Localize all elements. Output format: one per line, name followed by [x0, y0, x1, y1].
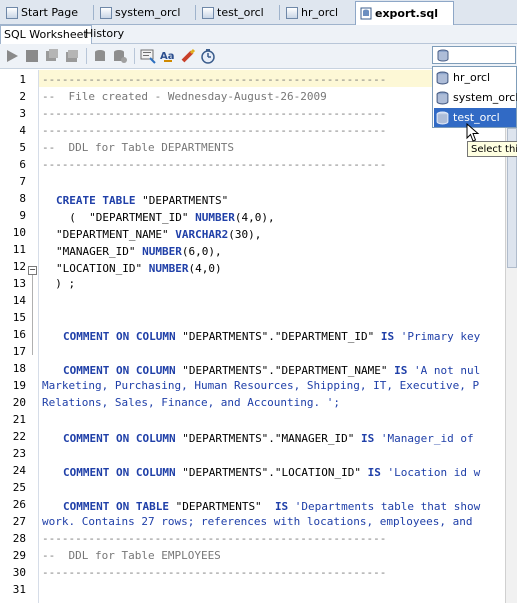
sql-worksheet-icon: [286, 6, 298, 19]
line-number: 25: [12, 481, 26, 494]
start-page-icon: [6, 6, 18, 19]
tab-label: hr_orcl: [301, 6, 339, 19]
run-script-icon[interactable]: [24, 48, 40, 64]
commit-icon[interactable]: [44, 48, 60, 64]
line-number: 28: [12, 532, 26, 545]
code-line-18: COMMENT ON COLUMN "DEPARTMENTS"."DEPARTM…: [63, 364, 481, 377]
connection-select[interactable]: [432, 46, 516, 64]
line-number: 1: [19, 73, 26, 86]
code-line-10: "DEPARTMENT_NAME" VARCHAR2(30),: [56, 228, 262, 241]
line-number: 20: [12, 396, 26, 409]
code-line-2: -- File created - Wednesday-August-26-20…: [42, 90, 327, 103]
run-statement-icon[interactable]: [4, 48, 20, 64]
line-number: 24: [12, 464, 26, 477]
tab-start-page[interactable]: Start Page: [2, 2, 94, 23]
line-number: 5: [19, 141, 26, 154]
sql-file-icon: [360, 7, 372, 20]
line-number: 15: [12, 311, 26, 324]
line-number: 16: [12, 328, 26, 341]
line-number: 29: [12, 549, 26, 562]
tab-label: export.sql: [375, 7, 439, 20]
line-number: 10: [12, 226, 26, 239]
line-number: 4: [19, 124, 26, 137]
line-number: 8: [19, 192, 26, 205]
line-number: 23: [12, 447, 26, 460]
code-line-12: "LOCATION_ID" NUMBER(4,0): [56, 262, 222, 275]
line-number: 6: [19, 158, 26, 171]
line-number: 19: [12, 379, 26, 392]
line-number: 30: [12, 566, 26, 579]
code-line-1: ----------------------------------------…: [42, 73, 387, 86]
option-label: hr_orcl: [453, 71, 491, 84]
connection-option-hr-orcl[interactable]: hr_orcl: [434, 68, 516, 87]
line-number: 22: [12, 430, 26, 443]
database-icon: [436, 91, 449, 104]
mouse-pointer-icon: [466, 123, 480, 142]
sql-timer-icon[interactable]: [200, 48, 216, 64]
database-icon: [436, 111, 449, 124]
code-line-27: work. Contains 27 rows; references with …: [42, 515, 473, 528]
code-line-4: ----------------------------------------…: [42, 124, 387, 137]
code-line-28: ----------------------------------------…: [42, 532, 387, 545]
code-line-16: COMMENT ON COLUMN "DEPARTMENTS"."DEPARTM…: [63, 330, 481, 343]
code-line-9: ( "DEPARTMENT_ID" NUMBER(4,0),: [56, 211, 275, 224]
tab-label: Start Page: [21, 6, 78, 19]
tab-sql-worksheet[interactable]: SQL Worksheet: [0, 25, 92, 44]
code-line-30: ----------------------------------------…: [42, 566, 387, 579]
line-number: 7: [19, 175, 26, 188]
tab-export-sql[interactable]: export.sql: [355, 1, 454, 25]
line-number: 18: [12, 362, 26, 375]
history-icon[interactable]: [140, 48, 156, 64]
line-number: 3: [19, 107, 26, 120]
line-number-gutter: 1 2 3 4 5 6 7 8 9 10 11 12 13 14 15 16 17 18 19 20 21 22 23 24 2…: [0, 70, 39, 603]
code-line-29: -- DDL for Table EMPLOYEES: [42, 549, 221, 562]
connection-option-system-orcl[interactable]: system_orcl: [434, 88, 517, 107]
sql-editor[interactable]: 1 2 3 4 5 6 7 8 9 10 11 12 13 14 15 16 17 18 19 20 21 22 23 24 2…: [0, 70, 517, 603]
editor-tab-bar: Start Page system_orcl test_orcl hr_orcl…: [0, 0, 517, 25]
rollback-icon[interactable]: [64, 48, 80, 64]
sql-worksheet-icon: [202, 6, 214, 19]
cancel-icon[interactable]: [92, 48, 108, 64]
sql-worksheet-icon: [100, 6, 112, 19]
fold-toggle-icon[interactable]: −: [28, 266, 37, 275]
line-number: 9: [19, 209, 26, 222]
format-icon[interactable]: Aa: [160, 48, 176, 64]
code-line-11: "MANAGER_ID" NUMBER(6,0),: [56, 245, 222, 258]
code-line-13: ) ;: [42, 277, 76, 290]
line-number: 17: [12, 345, 26, 358]
line-number: 21: [12, 413, 26, 426]
code-line-3: ----------------------------------------…: [42, 107, 387, 120]
worksheet-subtabs: SQL Worksheet History: [0, 25, 517, 44]
code-line-6: ----------------------------------------…: [42, 158, 387, 171]
clear-icon[interactable]: [180, 48, 196, 64]
tab-label: test_orcl: [217, 6, 264, 19]
line-number: 14: [12, 294, 26, 307]
line-number: 11: [12, 243, 26, 256]
line-number: 31: [12, 583, 26, 596]
option-label: system_orcl: [453, 91, 517, 104]
code-line-26: COMMENT ON TABLE "DEPARTMENTS" IS 'Depar…: [63, 500, 481, 513]
tab-test-orcl[interactable]: test_orcl: [198, 2, 280, 23]
database-icon: [437, 49, 449, 62]
code-line-8: CREATE TABLE "DEPARTMENTS": [56, 194, 229, 207]
code-line-19: Marketing, Purchasing, Human Resources, …: [42, 379, 480, 392]
code-line-22: COMMENT ON COLUMN "DEPARTMENTS"."MANAGER…: [63, 432, 474, 445]
tab-hr-orcl[interactable]: hr_orcl: [282, 2, 352, 23]
line-number: 26: [12, 498, 26, 511]
connection-dropdown-list: hr_orcl system_orcl test_orcl: [432, 66, 517, 128]
code-line-20: Relations, Sales, Finance, and Accountin…: [42, 396, 341, 409]
tab-system-orcl[interactable]: system_orcl: [96, 2, 196, 23]
connection-tooltip: Select this: [467, 141, 517, 157]
fold-guide: [32, 275, 33, 355]
tab-history[interactable]: History: [82, 25, 127, 43]
sql-tuning-icon[interactable]: [112, 48, 128, 64]
line-number: 27: [12, 515, 26, 528]
line-number: 12: [12, 260, 26, 273]
code-line-5: -- DDL for Table DEPARTMENTS: [42, 141, 235, 154]
line-number: 13: [12, 277, 26, 290]
tab-label: system_orcl: [115, 6, 181, 19]
line-number: 2: [19, 90, 26, 103]
code-line-24: COMMENT ON COLUMN "DEPARTMENTS"."LOCATIO…: [63, 466, 481, 479]
database-icon: [436, 71, 449, 84]
